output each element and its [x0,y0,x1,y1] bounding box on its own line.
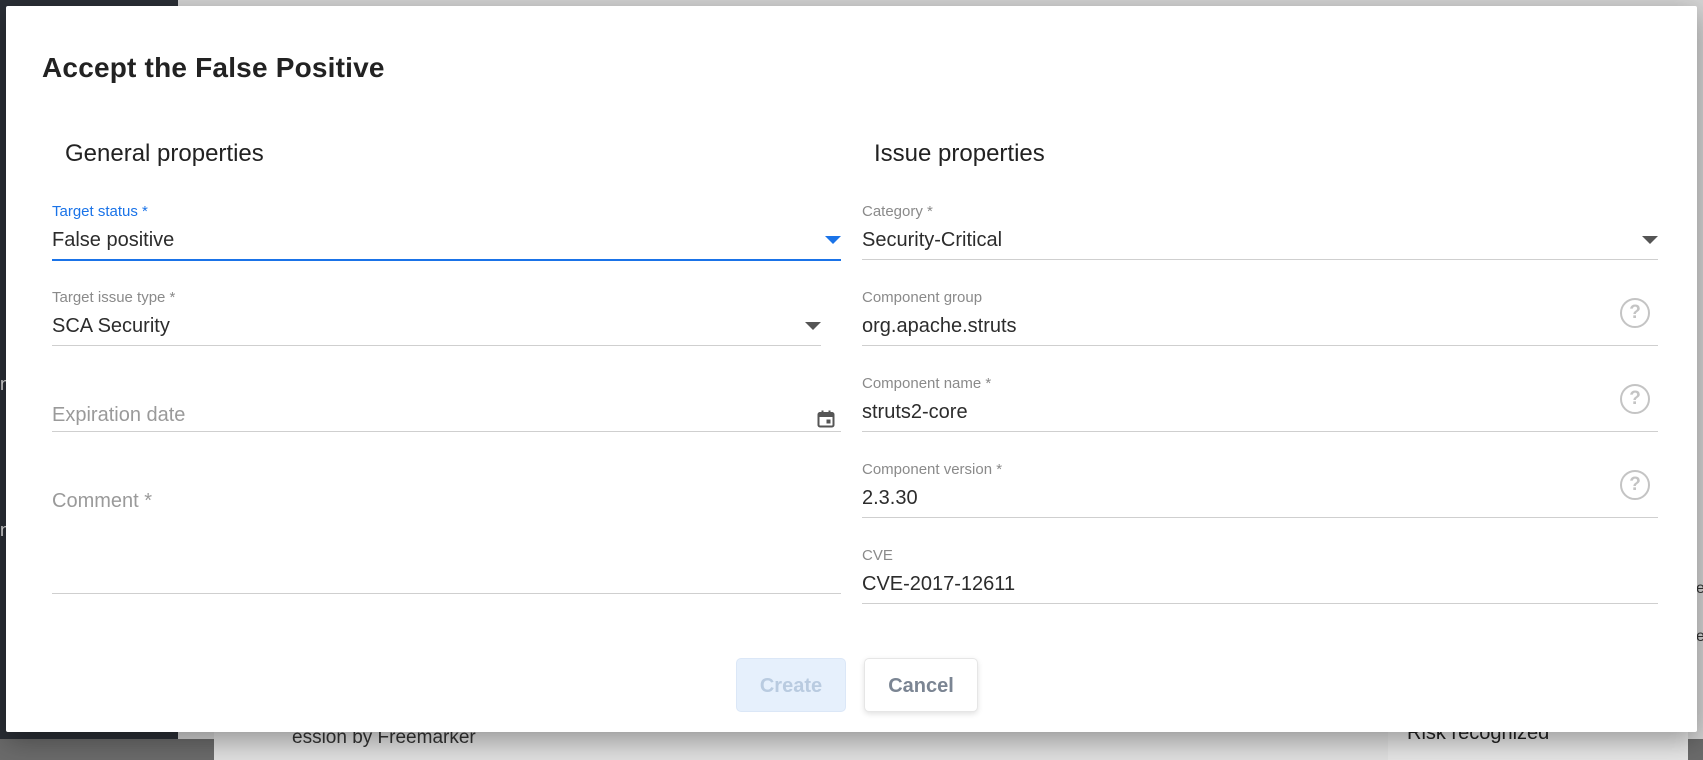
help-icon[interactable]: ? [1620,298,1650,328]
cve-field[interactable]: CVE CVE-2017-12611 [862,547,1658,604]
general-properties-heading: General properties [65,140,264,167]
chevron-down-icon[interactable] [805,322,821,330]
help-icon[interactable]: ? [1620,384,1650,414]
component-version-value: 2.3.30 [862,487,918,509]
comment-placeholder: Comment * [52,490,153,512]
comment-textarea[interactable]: Comment * [52,467,841,594]
component-version-label: Component version * [862,461,1003,478]
category-label: Category * [862,203,933,220]
issue-properties-heading: Issue properties [874,140,1045,167]
target-status-select[interactable]: Target status * False positive [52,203,841,261]
target-status-label: Target status * [52,203,148,220]
target-issue-type-value: SCA Security [52,315,170,337]
cve-label: CVE [862,547,893,564]
component-name-value: struts2-core [862,401,968,423]
component-version-field[interactable]: Component version * 2.3.30 ? [862,461,1658,518]
cancel-button[interactable]: Cancel [864,658,978,712]
dialog-title: Accept the False Positive [42,52,385,83]
component-group-label: Component group [862,289,983,306]
help-icon[interactable]: ? [1620,470,1650,500]
category-value: Security-Critical [862,229,1003,251]
target-status-value: False positive [52,229,175,251]
component-group-value: org.apache.struts [862,315,1017,337]
cve-value: CVE-2017-12611 [862,573,1016,595]
accept-false-positive-dialog: Accept the False Positive General proper… [6,6,1697,732]
create-button[interactable]: Create [736,658,846,712]
target-issue-type-label: Target issue type * [52,289,176,306]
calendar-icon[interactable] [817,410,835,433]
component-name-field[interactable]: Component name * struts2-core ? [862,375,1658,432]
component-name-label: Component name * [862,375,992,392]
target-issue-type-select[interactable]: Target issue type * SCA Security [52,289,821,346]
background-text: e [1696,580,1703,597]
chevron-down-icon[interactable] [1642,236,1658,244]
background-text: e [1696,628,1703,645]
component-group-field[interactable]: Component group org.apache.struts ? [862,289,1658,346]
expiration-date-placeholder: Expiration date [52,404,186,426]
expiration-date-field[interactable]: Expiration date [52,381,841,432]
chevron-down-icon[interactable] [825,236,841,244]
category-select[interactable]: Category * Security-Critical [862,203,1658,260]
